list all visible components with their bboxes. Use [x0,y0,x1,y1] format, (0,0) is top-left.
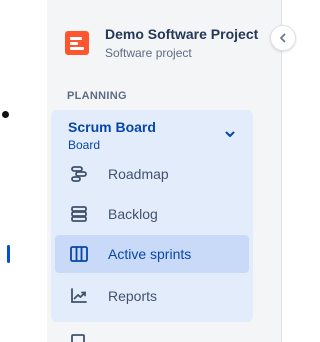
page-icon[interactable] [69,334,89,342]
project-avatar[interactable] [65,31,89,55]
board-type: Board [68,138,101,152]
sidebar-item-label: Active sprints [108,246,192,262]
board-name[interactable]: Scrum Board [68,119,156,135]
sidebar-item-label: Reports [108,288,158,304]
sidebar-item-roadmap[interactable]: Roadmap [55,155,249,193]
backlog-icon [71,206,87,222]
board-group: Scrum Board Board Roadmap Backlog Active… [51,110,253,322]
sidebar-item-label: Backlog [108,206,158,222]
active-item-indicator [7,245,10,263]
list-bullet [2,111,9,118]
sidebar-item-label: Roadmap [108,166,169,182]
project-sidebar: Demo Software Project Software project P… [47,0,282,342]
reports-icon [71,288,87,303]
board-columns-icon [70,246,88,262]
section-heading-planning: PLANNING [67,90,127,102]
project-name[interactable]: Demo Software Project [105,26,258,42]
chevron-down-icon[interactable] [223,127,237,141]
roadmap-icon [71,166,87,182]
chevron-left-icon [280,33,286,43]
project-type: Software project [105,46,192,60]
sidebar-item-active-sprints[interactable]: Active sprints [55,235,249,273]
collapse-sidebar-button[interactable] [270,25,296,51]
sidebar-item-backlog[interactable]: Backlog [55,195,249,233]
sidebar-item-reports[interactable]: Reports [55,277,249,315]
